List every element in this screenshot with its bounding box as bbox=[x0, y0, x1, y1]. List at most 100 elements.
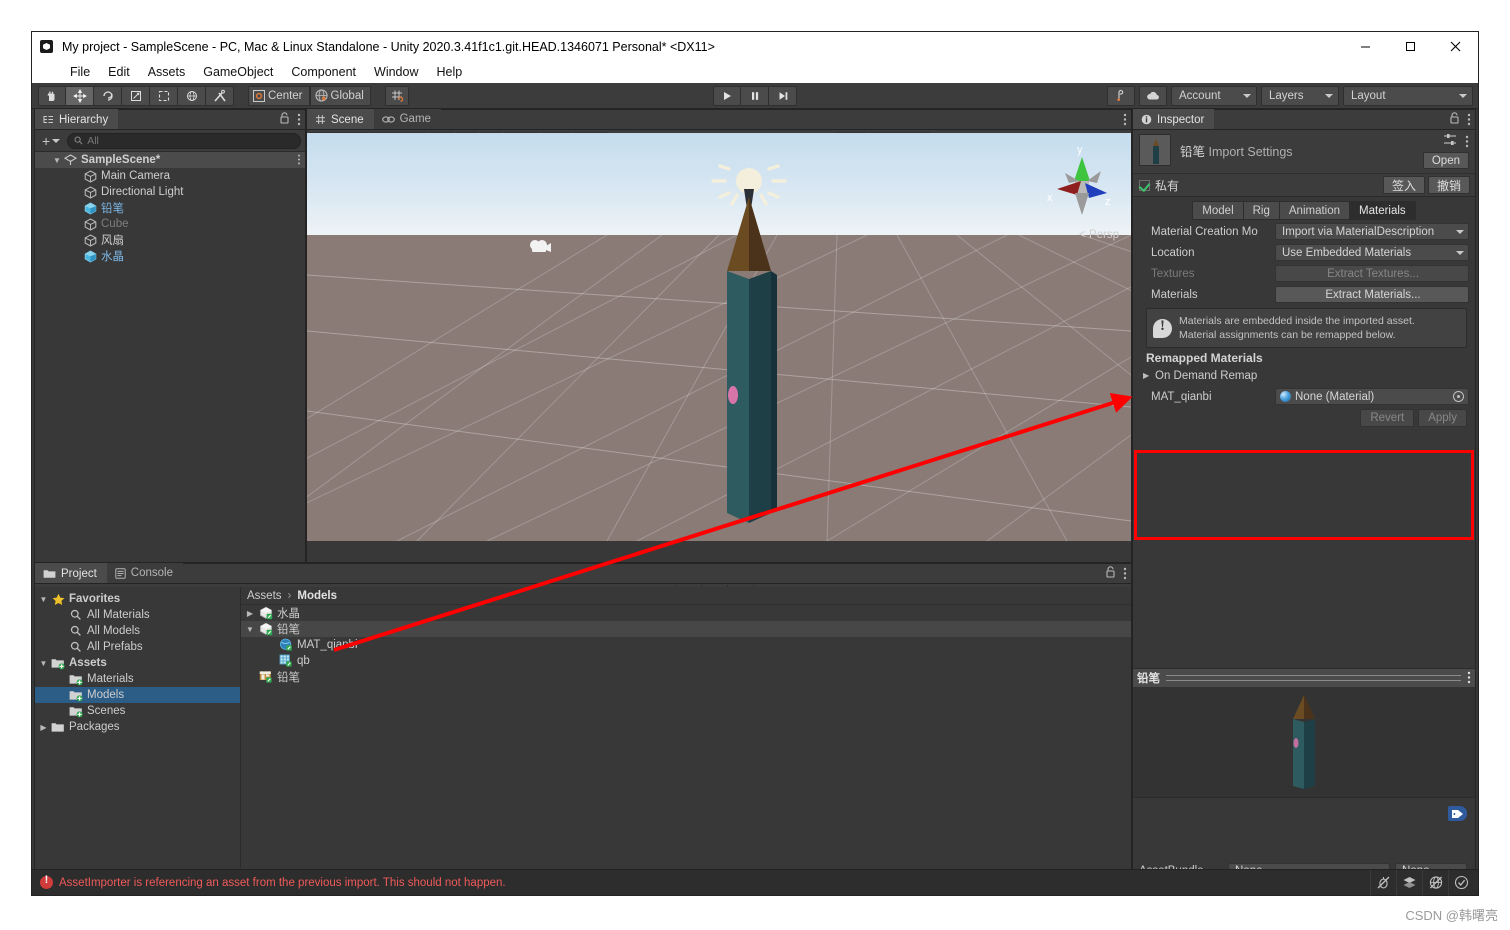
hierarchy-item[interactable]: 铅笔 bbox=[35, 200, 305, 216]
location-dropdown[interactable]: Use Embedded Materials bbox=[1275, 244, 1469, 261]
menu-item-window[interactable]: Window bbox=[374, 65, 418, 79]
hierarchy-item[interactable]: 水晶 bbox=[35, 248, 305, 264]
project-tree-item[interactable]: ▶ Packages bbox=[35, 719, 240, 735]
checkin-button[interactable]: 签入 bbox=[1382, 176, 1425, 194]
extract-materials-button[interactable]: Extract Materials... bbox=[1275, 286, 1469, 303]
apply-button[interactable]: Apply bbox=[1418, 409, 1467, 428]
lock-icon[interactable] bbox=[1105, 565, 1116, 583]
hierarchy-add-button[interactable]: + bbox=[39, 133, 63, 149]
maximize-button[interactable] bbox=[1388, 32, 1433, 61]
tab-model[interactable]: Model bbox=[1192, 201, 1244, 220]
remap-entry-object-field[interactable]: None (Material) bbox=[1275, 388, 1469, 406]
asset-row[interactable]: 铅笔 bbox=[241, 669, 1131, 685]
project-tree-item[interactable]: ▼ Favorites bbox=[35, 591, 240, 607]
twirl-icon[interactable]: ▶ bbox=[37, 723, 50, 732]
twirl-icon[interactable]: ▼ bbox=[37, 659, 50, 668]
asset-row[interactable]: qb bbox=[241, 653, 1131, 669]
project-tree-item[interactable]: Materials bbox=[35, 671, 240, 687]
tab-inspector[interactable]: Inspector bbox=[1133, 109, 1215, 129]
hierarchy-item[interactable]: Cube bbox=[35, 216, 305, 232]
cloud-off-icon[interactable] bbox=[1422, 869, 1448, 896]
twirl-icon[interactable]: ▼ bbox=[37, 595, 50, 604]
twirl-open-icon[interactable]: ▼ bbox=[51, 156, 63, 165]
handle-rotation-button[interactable]: Global bbox=[309, 85, 371, 106]
move-tool-button[interactable] bbox=[66, 85, 94, 106]
tab-scene[interactable]: Scene bbox=[307, 109, 374, 129]
cloud-icon[interactable] bbox=[1139, 86, 1167, 106]
twirl-icon[interactable]: ▶ bbox=[243, 609, 257, 618]
menu-item-component[interactable]: Component bbox=[291, 65, 356, 79]
custom-editor-tool-button[interactable] bbox=[206, 85, 234, 106]
project-tree-item[interactable]: All Prefabs bbox=[35, 639, 240, 655]
scale-tool-button[interactable] bbox=[122, 85, 150, 106]
play-button[interactable] bbox=[713, 85, 741, 106]
preview-viewport[interactable] bbox=[1133, 687, 1475, 797]
transform-tool-button[interactable] bbox=[178, 85, 206, 106]
tab-materials[interactable]: Materials bbox=[1350, 201, 1416, 220]
private-checkbox[interactable] bbox=[1139, 179, 1150, 191]
label-tag-icon[interactable] bbox=[1448, 806, 1467, 821]
asset-row[interactable]: ▶ 水晶 bbox=[241, 605, 1131, 621]
menu-item-edit[interactable]: Edit bbox=[108, 65, 130, 79]
grid-snap-icon[interactable] bbox=[384, 85, 409, 106]
hierarchy-search-input[interactable]: All bbox=[67, 132, 301, 149]
minimize-button[interactable] bbox=[1343, 32, 1388, 61]
breadcrumb-item-assets[interactable]: Assets bbox=[247, 590, 282, 602]
scene-menu-kebab[interactable] bbox=[1123, 113, 1127, 127]
lock-icon[interactable] bbox=[1449, 111, 1460, 129]
collab-icon[interactable] bbox=[1107, 86, 1135, 106]
breadcrumb-item-models[interactable]: Models bbox=[297, 590, 337, 602]
inspector-asset-kebab[interactable] bbox=[1465, 135, 1469, 149]
scene-orientation-gizmo[interactable]: y x z bbox=[1043, 141, 1121, 237]
menu-item-file[interactable]: File bbox=[70, 65, 90, 79]
revert-button[interactable]: Revert bbox=[1360, 409, 1415, 428]
lock-icon[interactable] bbox=[279, 111, 290, 129]
hierarchy-item[interactable]: 风扇 bbox=[35, 232, 305, 248]
check-circle-icon[interactable] bbox=[1448, 869, 1474, 896]
scene-viewport[interactable]: y x z < Persp bbox=[307, 133, 1131, 541]
tab-game[interactable]: Game bbox=[373, 109, 441, 129]
asset-row[interactable]: ▼ 铅笔 bbox=[241, 621, 1131, 637]
material-creation-mode-dropdown[interactable]: Import via MaterialDescription bbox=[1275, 223, 1469, 240]
layers-dropdown[interactable]: Layers bbox=[1261, 86, 1339, 106]
asset-row[interactable]: MAT_qianbi bbox=[241, 637, 1131, 653]
tab-animation[interactable]: Animation bbox=[1279, 201, 1351, 220]
open-button[interactable]: Open bbox=[1422, 152, 1469, 169]
project-tree-item[interactable]: All Materials bbox=[35, 607, 240, 623]
scene-row-kebab[interactable] bbox=[297, 154, 301, 166]
debug-off-icon[interactable] bbox=[1370, 869, 1396, 896]
extract-textures-button[interactable]: Extract Textures... bbox=[1275, 265, 1469, 282]
project-tree-item[interactable]: All Models bbox=[35, 623, 240, 639]
rect-transform-tool-button[interactable] bbox=[150, 85, 178, 106]
project-tree-item[interactable]: Models bbox=[35, 687, 240, 703]
twirl-icon[interactable]: ▼ bbox=[243, 625, 257, 634]
hand-tool-button[interactable] bbox=[38, 85, 66, 106]
editor-status-bar[interactable]: AssetImporter is referencing an asset fr… bbox=[32, 869, 1478, 896]
menu-item-assets[interactable]: Assets bbox=[148, 65, 186, 79]
step-button[interactable] bbox=[769, 85, 797, 106]
tab-rig[interactable]: Rig bbox=[1243, 201, 1280, 220]
preview-drag-handle[interactable] bbox=[1166, 675, 1461, 681]
account-dropdown[interactable]: Account bbox=[1171, 86, 1257, 106]
menu-item-help[interactable]: Help bbox=[436, 65, 462, 79]
menu-item-gameobject[interactable]: GameObject bbox=[203, 65, 273, 79]
pivot-mode-button[interactable]: Center bbox=[248, 85, 310, 106]
tab-console[interactable]: Console bbox=[106, 563, 183, 583]
tab-hierarchy[interactable]: Hierarchy bbox=[35, 109, 119, 129]
hierarchy-item[interactable]: ▼ SampleScene* bbox=[35, 152, 305, 168]
layout-dropdown[interactable]: Layout bbox=[1343, 86, 1473, 106]
object-picker-icon[interactable] bbox=[1453, 391, 1464, 403]
hierarchy-item[interactable]: Directional Light bbox=[35, 184, 305, 200]
on-demand-remap-row[interactable]: ▶ On Demand Remap bbox=[1133, 365, 1475, 386]
hierarchy-item[interactable]: Main Camera bbox=[35, 168, 305, 184]
close-button[interactable] bbox=[1433, 32, 1478, 61]
rotate-tool-button[interactable] bbox=[94, 85, 122, 106]
preset-icon[interactable] bbox=[1443, 133, 1457, 151]
inspector-menu-kebab[interactable] bbox=[1467, 113, 1471, 127]
scene-projection-label[interactable]: < Persp bbox=[1079, 229, 1119, 241]
on-demand-remap-twirl[interactable]: ▶ bbox=[1143, 371, 1155, 380]
main-camera-gizmo[interactable] bbox=[529, 239, 553, 260]
project-tree-item[interactable]: ▼ Assets bbox=[35, 655, 240, 671]
pencil-model[interactable] bbox=[689, 160, 809, 540]
pause-button[interactable] bbox=[741, 85, 769, 106]
